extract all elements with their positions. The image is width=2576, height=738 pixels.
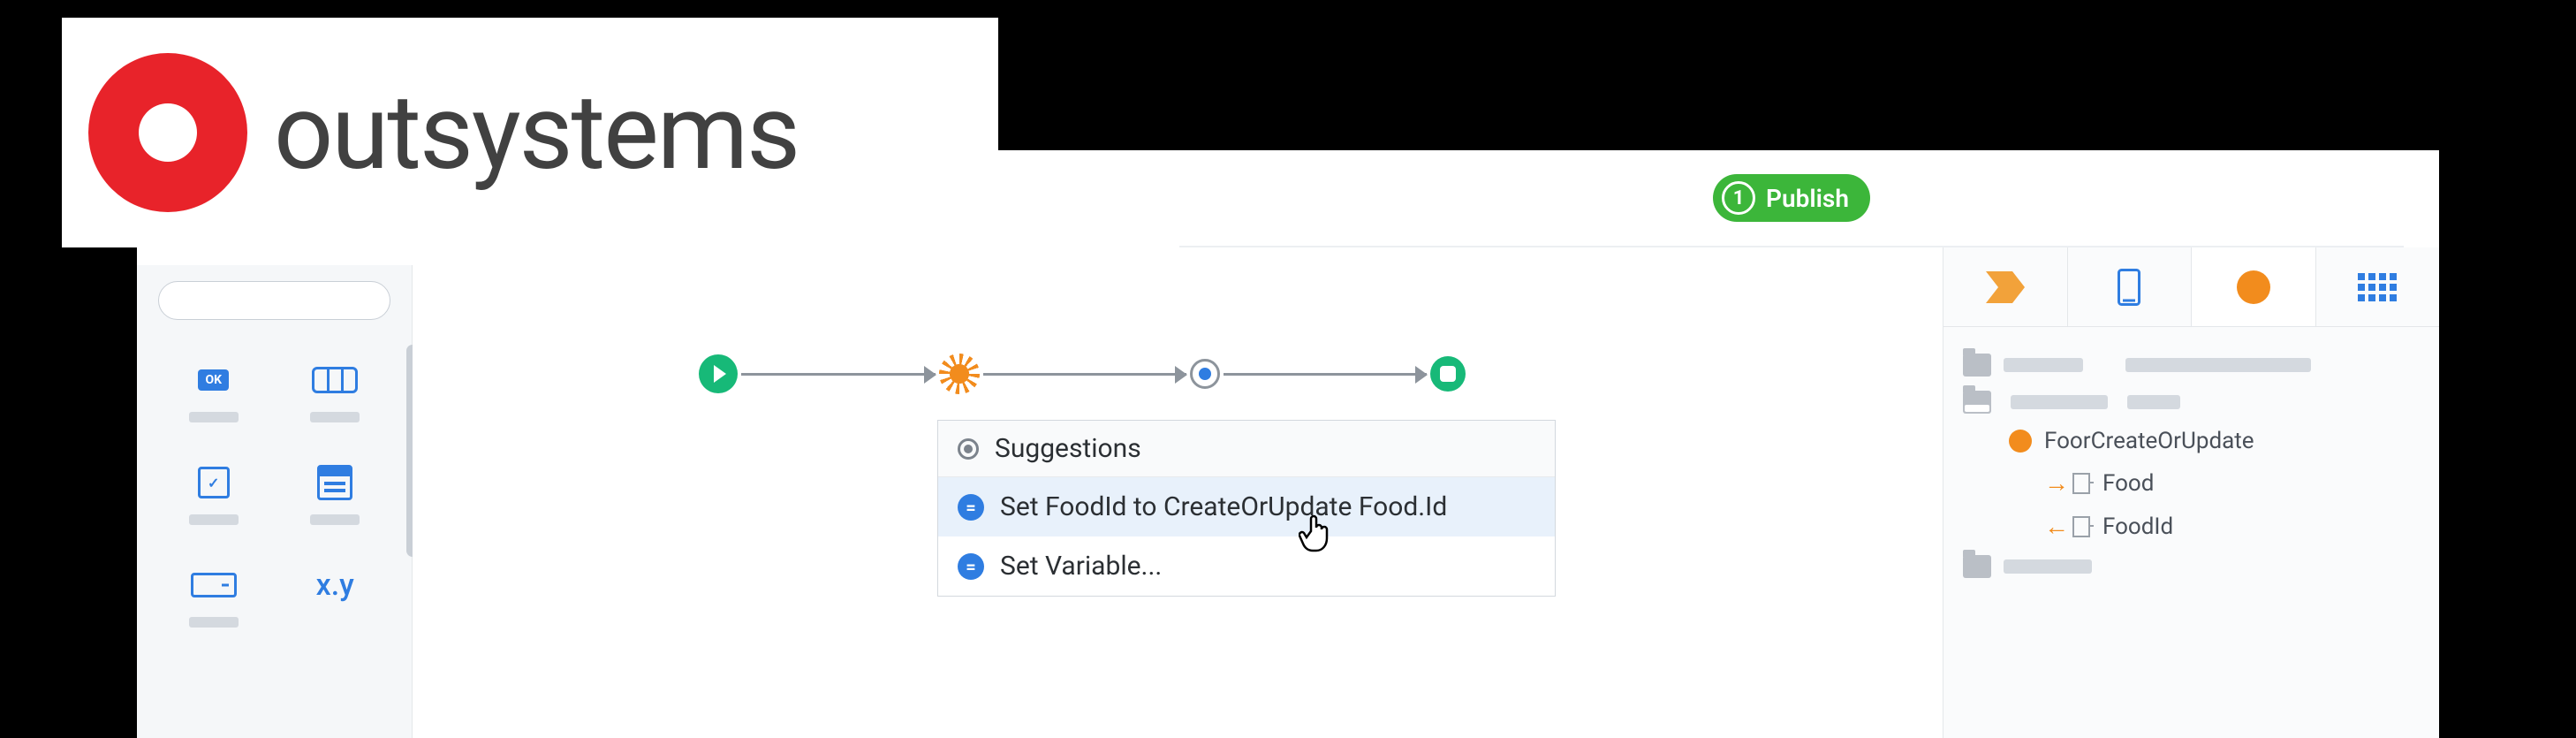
right-panel: FoorCreateOrUpdate → Food ← FoodId [1943,247,2439,738]
suggestions-header: Suggestions [938,421,1555,477]
assign-icon: = [958,553,984,580]
input-param-icon: → [2044,468,2090,498]
brand-logo-text: outsystems [274,72,799,194]
folder-icon [1963,555,1991,578]
logic-icon [2237,270,2270,304]
toolbox-search-input[interactable] [158,281,390,320]
action-icon [2009,430,2032,453]
suggestion-item-label: Set FoodId to CreateOrUpdate Food.Id [1000,491,1447,522]
tab-data[interactable] [2315,247,2440,326]
tool-checkbox[interactable]: ✓ [153,465,275,525]
flow-arrow-icon [983,373,1186,376]
suggestions-popup: Suggestions = Set FoodId to CreateOrUpda… [937,420,1556,597]
tree-folder-row[interactable] [1963,384,2430,421]
suggestion-item-label: Set Variable... [1000,551,1162,582]
suggestion-item[interactable]: = Set Variable... [938,536,1555,596]
tab-logic[interactable] [2191,247,2315,326]
output-param-icon: ← [2044,512,2090,541]
brand-logo-icon [88,53,247,212]
right-panel-tabs [1943,247,2439,327]
start-node-icon[interactable] [699,354,738,393]
tab-interface[interactable] [2067,247,2192,326]
element-tree[interactable]: FoorCreateOrUpdate → Food ← FoodId [1943,327,2439,585]
brand-logo-panel: outsystems [62,18,998,247]
tree-param-label: Food [2102,470,2154,497]
tool-input[interactable] [153,567,275,628]
tree-param-out-row[interactable]: ← FoodId [1963,505,2430,548]
target-icon [958,438,979,460]
tool-container[interactable] [275,362,397,422]
server-action-node-icon[interactable] [939,354,980,394]
data-icon [2358,273,2397,301]
tool-ok-button[interactable]: OK [153,362,275,422]
tree-action-label: FoorCreateOrUpdate [2044,428,2254,454]
folder-open-icon [1963,391,1991,414]
tree-param-in-row[interactable]: → Food [1963,461,2430,505]
publish-button[interactable]: 1 Publish [1713,174,1870,222]
toolbox-panel: OK ✓ x.y [137,265,413,738]
processes-icon [1986,271,2025,303]
assign-icon: = [958,494,984,521]
flow-arrow-icon [741,373,936,376]
folder-icon [1963,354,1991,377]
tool-expression[interactable]: x.y [275,567,397,628]
interface-icon [2118,269,2140,306]
assign-node-icon[interactable] [1190,359,1220,389]
tree-folder-row[interactable] [1963,346,2430,384]
flow-arrow-icon [1224,373,1427,376]
flow-canvas[interactable]: Suggestions = Set FoodId to CreateOrUpda… [413,265,1943,738]
tree-folder-row[interactable] [1963,548,2430,585]
suggestion-item[interactable]: = Set FoodId to CreateOrUpdate Food.Id [938,477,1555,536]
tree-action-row[interactable]: FoorCreateOrUpdate [1963,421,2430,461]
suggestions-header-label: Suggestions [995,433,1141,464]
end-node-icon[interactable] [1430,356,1466,392]
publish-bar: 1 Publish [1179,150,2404,247]
tool-form[interactable] [275,465,397,525]
publish-button-label: Publish [1766,184,1849,213]
tab-processes[interactable] [1943,247,2067,326]
tree-param-label: FoodId [2102,514,2173,540]
flow-diagram [695,354,1469,394]
publish-step-badge: 1 [1722,181,1755,215]
